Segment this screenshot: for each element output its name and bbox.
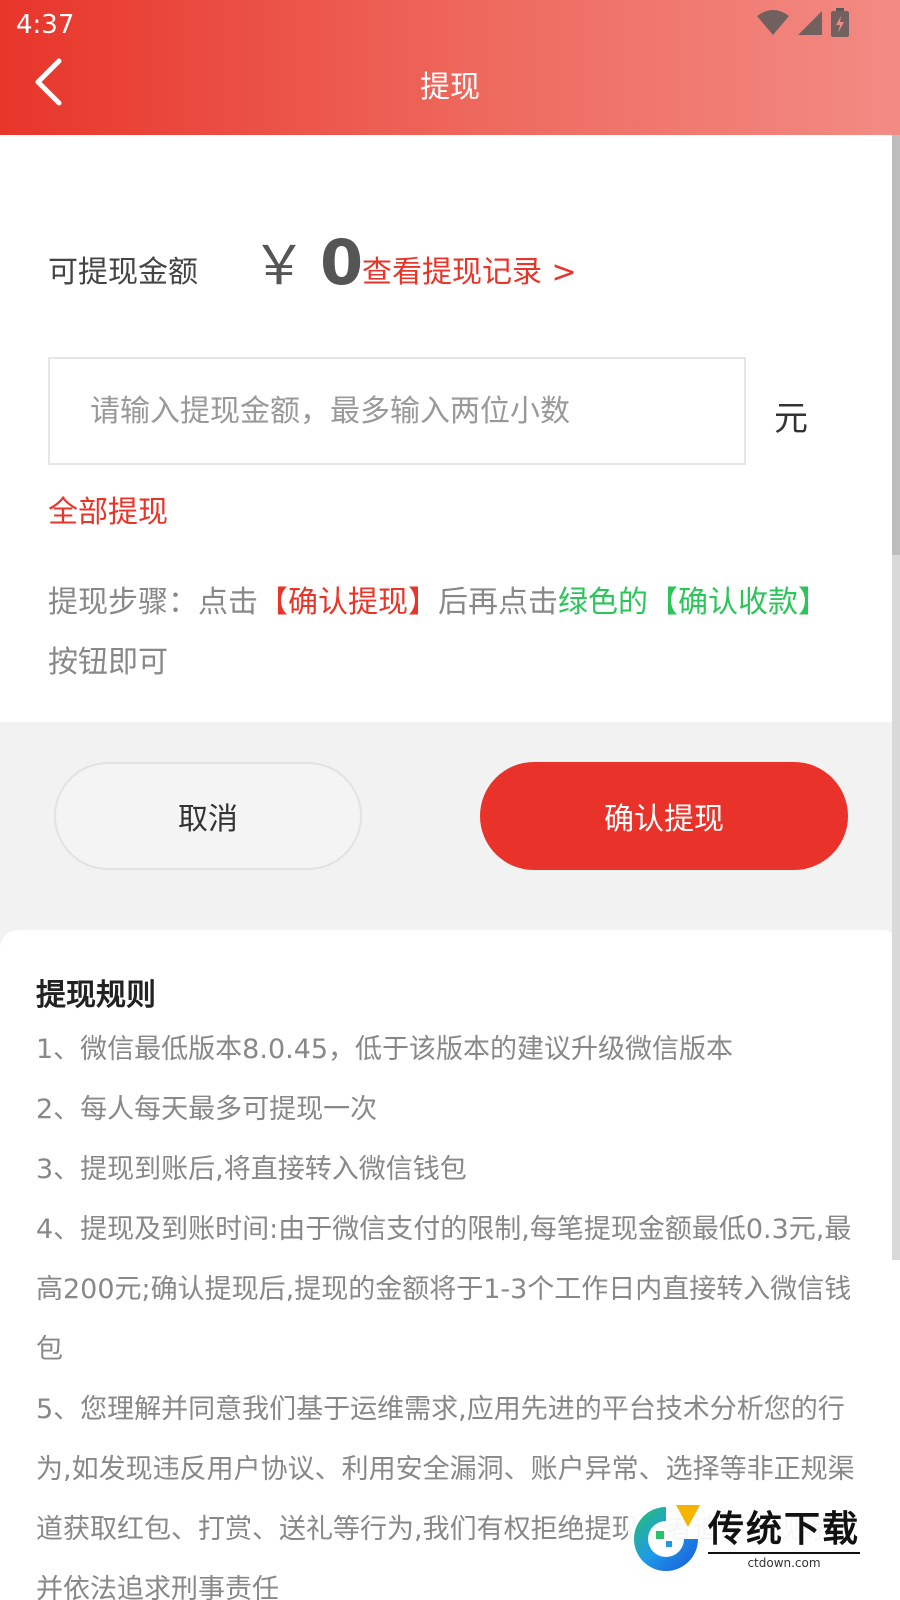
steps-text-2: 后再点击 [438,585,558,620]
unit-label: 元 [774,399,808,439]
signal-icon [798,11,822,35]
watermark-logo-icon [634,1505,700,1571]
withdraw-card: 可提现金额 ￥ 0 查看提现记录 > 元 全部提现 提现步骤：点击【确认提现】后… [0,135,900,722]
balance-amount: ￥ 0 [252,221,363,300]
watermark-text: 传统下载 ctdown.com [708,1508,861,1570]
steps-text-receive: 绿色的【确认收款】 [558,585,828,620]
withdraw-steps: 提现步骤：点击【确认提现】后再点击绿色的【确认收款】按钮即可 [48,573,838,693]
amount-input-box [48,357,746,465]
status-time: 4:37 [16,10,75,40]
steps-text-confirm: 【确认提现】 [258,585,438,620]
rule-item: 3、提现到账后,将直接转入微信钱包 [36,1154,467,1185]
rules-title: 提现规则 [36,978,156,1013]
page-title: 提现 [420,70,480,105]
rule-item: 1、微信最低版本8.0.45，低于该版本的建议升级微信版本 [36,1034,734,1065]
wifi-icon [757,10,789,35]
watermark-cn: 传统下载 [708,1509,861,1550]
cancel-button[interactable]: 取消 [54,762,362,870]
balance-label: 可提现金额 [48,255,198,290]
balance-value: 0 [320,226,364,299]
rule-item: 2、每人每天最多可提现一次 [36,1094,378,1125]
steps-text-1: 提现步骤：点击 [48,585,258,620]
currency-symbol: ￥ [252,234,306,297]
withdraw-all-button[interactable]: 全部提现 [48,487,168,531]
rule-item: 4、提现及到账时间:由于微信支付的限制,每笔提现金额最低0.3元,最高200元;… [36,1214,852,1365]
amount-input[interactable] [50,359,744,463]
app-header: 4:37 提现 [0,0,900,135]
withdraw-history-link[interactable]: 查看提现记录 > [362,247,577,291]
scrollbar-thumb[interactable] [892,135,900,555]
watermark-en: ctdown.com [708,1552,861,1570]
steps-text-3: 按钮即可 [48,645,168,680]
confirm-withdraw-button[interactable]: 确认提现 [480,762,848,870]
watermark: 传统下载 ctdown.com [628,1498,878,1580]
battery-icon [831,8,849,37]
status-icons [756,8,850,38]
